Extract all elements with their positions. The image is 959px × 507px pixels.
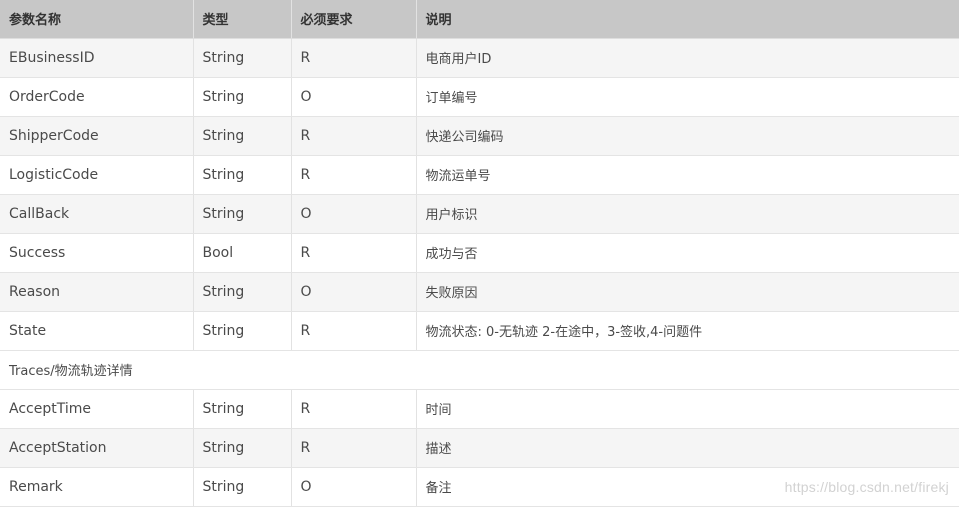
cell-description: 描述 [416,428,959,468]
cell-param-name: ShipperCode [0,116,194,156]
cell-param-name: AcceptTime [0,389,194,429]
cell-description: 电商用户ID [416,38,959,78]
cell-description: 物流运单号 [416,155,959,195]
table-row: OrderCode String O 订单编号 [0,77,959,117]
cell-param-name: State [0,311,194,351]
table-row: ShipperCode String R 快递公司编码 [0,116,959,156]
cell-required: O [291,467,417,507]
group-label: Traces/物流轨迹详情 [0,350,959,390]
header-param-name: 参数名称 [0,0,194,39]
cell-required: R [291,389,417,429]
cell-type: String [193,311,292,351]
table-row: LogisticCode String R 物流运单号 [0,155,959,195]
cell-description: 成功与否 [416,233,959,273]
cell-type: String [193,155,292,195]
cell-param-name: Success [0,233,194,273]
cell-type: String [193,194,292,234]
cell-description: 失败原因 [416,272,959,312]
cell-param-name: Reason [0,272,194,312]
table-row: AcceptStation String R 描述 [0,428,959,468]
cell-type: String [193,272,292,312]
cell-required: R [291,311,417,351]
table-row: CallBack String O 用户标识 [0,194,959,234]
table-row: State String R 物流状态: 0-无轨迹 2-在途中，3-签收,4-… [0,311,959,351]
cell-required: R [291,233,417,273]
cell-param-name: LogisticCode [0,155,194,195]
cell-description: 订单编号 [416,77,959,117]
cell-required: R [291,428,417,468]
cell-required: O [291,77,417,117]
cell-required: R [291,155,417,195]
cell-required: R [291,116,417,156]
header-type: 类型 [193,0,292,39]
cell-type: String [193,116,292,156]
cell-type: String [193,428,292,468]
table-row: EBusinessID String R 电商用户ID [0,38,959,78]
cell-type: String [193,389,292,429]
table-group-row: Traces/物流轨迹详情 [0,350,959,390]
cell-param-name: Remark [0,467,194,507]
table-row: Success Bool R 成功与否 [0,233,959,273]
cell-description: 用户标识 [416,194,959,234]
cell-type: String [193,77,292,117]
cell-description: 物流状态: 0-无轨迹 2-在途中，3-签收,4-问题件 [416,311,959,351]
cell-param-name: CallBack [0,194,194,234]
cell-param-name: AcceptStation [0,428,194,468]
header-required: 必须要求 [291,0,417,39]
table-row: AcceptTime String R 时间 [0,389,959,429]
table-row: Reason String O 失败原因 [0,272,959,312]
cell-param-name: EBusinessID [0,38,194,78]
cell-description: 时间 [416,389,959,429]
cell-param-name: OrderCode [0,77,194,117]
cell-type: String [193,38,292,78]
cell-required: O [291,194,417,234]
cell-description: 快递公司编码 [416,116,959,156]
header-description: 说明 [416,0,959,39]
table-header-row: 参数名称 类型 必须要求 说明 [0,0,959,39]
cell-type: Bool [193,233,292,273]
cell-type: String [193,467,292,507]
cell-required: O [291,272,417,312]
parameter-table: 参数名称 类型 必须要求 说明 EBusinessID String R 电商用… [0,0,959,507]
watermark-text: https://blog.csdn.net/firekj [784,479,949,495]
cell-required: R [291,38,417,78]
